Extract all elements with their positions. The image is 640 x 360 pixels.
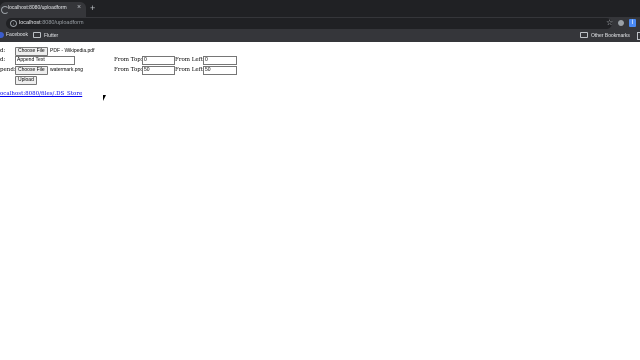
image-from-top-label: From Top: [114, 67, 143, 73]
other-bookmarks[interactable]: Other Bookmarks [580, 32, 630, 39]
from-left-label: From Left: [175, 57, 205, 63]
folder-icon [33, 32, 41, 38]
bookmarks-bar [0, 30, 640, 42]
image-from-top-input[interactable]: 50 [142, 66, 175, 75]
page-content: d: Choose File PDF - Wikipedia.pdf d: Ap… [0, 42, 640, 360]
append-label: d: [0, 57, 6, 63]
bookmark-facebook[interactable]: Facebook [6, 32, 28, 38]
append-image-row: pend: Choose File watermark.png From Top… [0, 66, 640, 75]
append-text-row: d: Append Text From Top: 0 From Left: 0 [0, 56, 640, 65]
append-image-label: pend: [0, 67, 16, 73]
from-top-input[interactable]: 0 [142, 56, 175, 65]
site-info-icon[interactable]: i [10, 20, 17, 27]
file-link[interactable]: ocalhost:8080/files/.DS_Store [0, 91, 82, 97]
selected-image-name: watermark.png [50, 67, 84, 73]
url-text[interactable]: localhost:8080/uploadform [19, 20, 84, 26]
folder-icon [580, 32, 588, 38]
new-tab-icon[interactable]: + [90, 4, 95, 13]
selected-file-name: PDF - Wikipedia.pdf [50, 48, 95, 54]
bookmark-star-icon[interactable]: ☆ [606, 18, 613, 27]
profile-avatar[interactable]: I [629, 19, 636, 27]
tab-title: localhost:8080/uploadform [8, 5, 67, 11]
active-tab[interactable]: localhost:8080/uploadform × [0, 2, 86, 17]
tab-close-icon[interactable]: × [77, 4, 81, 11]
toolbar: i localhost:8080/uploadform ☆ [0, 17, 640, 30]
append-text-input[interactable]: Append Text [15, 56, 75, 65]
choose-file-button[interactable]: Choose File [15, 47, 48, 56]
from-left-input[interactable]: 0 [203, 56, 237, 65]
upload-row: d: Choose File PDF - Wikipedia.pdf [0, 47, 640, 56]
image-from-left-input[interactable]: 50 [203, 66, 237, 75]
upload-button-row: Upload [0, 76, 640, 85]
browser-chrome: localhost:8080/uploadform × + i localhos… [0, 0, 640, 42]
tab-strip: localhost:8080/uploadform × + [0, 0, 640, 17]
from-top-label: From Top: [114, 57, 143, 63]
upload-button[interactable]: Upload [15, 76, 37, 85]
image-from-left-label: From Left: [175, 67, 205, 73]
upload-label: d: [0, 48, 6, 54]
address-bar[interactable]: i localhost:8080/uploadform ☆ [6, 18, 613, 29]
mouse-cursor-icon [103, 95, 106, 101]
bookmark-flutter[interactable]: Flutter [33, 32, 58, 39]
extension-icon[interactable] [618, 20, 624, 26]
choose-image-button[interactable]: Choose File [15, 66, 48, 75]
